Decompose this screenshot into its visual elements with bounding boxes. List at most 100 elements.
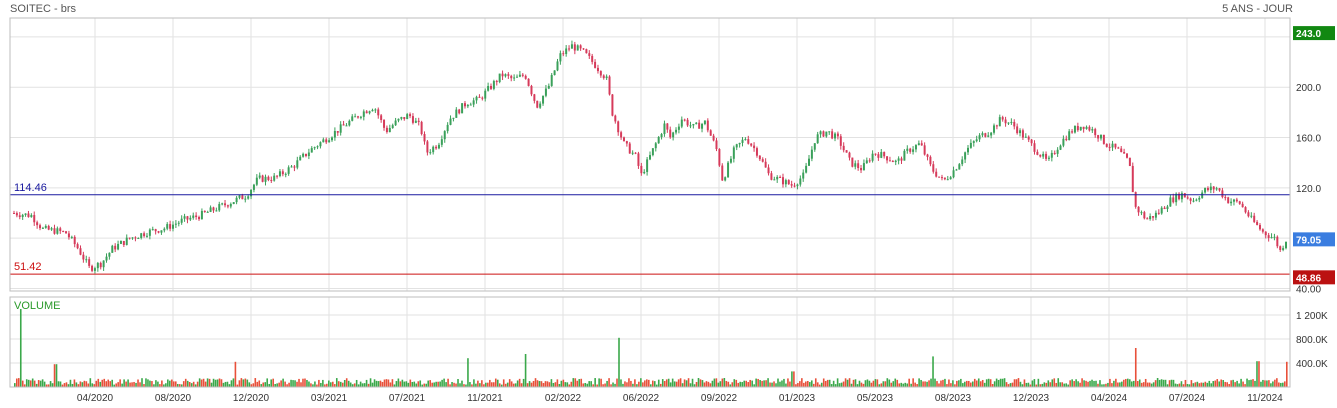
candle-body (426, 141, 429, 153)
candle-body (750, 143, 753, 146)
candle-body (753, 145, 756, 149)
candle-body (1270, 237, 1273, 239)
volume-bar (1184, 379, 1187, 387)
candle-body (727, 162, 730, 178)
candle-body (909, 148, 912, 152)
candle-body (582, 48, 585, 50)
candle-body (281, 171, 284, 175)
candle-body (958, 164, 961, 170)
candle-body (1082, 126, 1085, 129)
volume-bar (487, 382, 489, 387)
volume-bar (379, 380, 382, 387)
volume-bar (514, 383, 517, 387)
volume-bar (816, 382, 819, 387)
volume-bar (431, 382, 433, 387)
volume-bar (932, 356, 934, 387)
volume-bar (1132, 380, 1135, 387)
candle-body (91, 265, 94, 271)
candle-body (640, 165, 643, 174)
volume-bar (554, 382, 557, 387)
candle-body (1126, 153, 1128, 158)
candle-body (891, 160, 894, 163)
candle-body (813, 143, 816, 150)
candle-body (917, 143, 920, 146)
candle-body (1117, 147, 1120, 149)
candle-body (160, 230, 163, 233)
volume-bar (530, 382, 533, 387)
candle-body (1276, 236, 1279, 247)
candle-body (990, 132, 993, 136)
volume-bar (608, 378, 610, 387)
volume-bar (242, 379, 245, 387)
candle-body (290, 166, 293, 168)
volume-bar (27, 379, 30, 387)
volume-bar (1013, 379, 1016, 387)
volume-bar (663, 381, 666, 387)
volume-bar (520, 383, 523, 387)
candle-body (744, 139, 747, 141)
volume-bar (860, 382, 863, 387)
candle-body (391, 125, 394, 128)
volume-bar (186, 380, 189, 387)
volume-bar (646, 379, 648, 387)
volume-bar (616, 378, 618, 387)
candle-body (247, 196, 250, 199)
volume-bar (651, 380, 654, 387)
volume-bar (33, 380, 36, 387)
volume-bar (135, 382, 137, 387)
period-selector[interactable]: 5 ANS - JOUR (1222, 3, 1293, 15)
volume-bar (1075, 379, 1077, 387)
candle-body (712, 135, 715, 141)
volume-bar (117, 382, 119, 387)
candle-body (50, 228, 53, 230)
candle-body (1059, 145, 1062, 150)
candle-body (212, 207, 215, 211)
volume-bar (381, 381, 384, 387)
volume-bar (429, 380, 431, 387)
candle-body (802, 172, 805, 179)
candle-body (466, 104, 469, 107)
volume-bar (1270, 383, 1272, 387)
volume-bar (582, 383, 585, 387)
volume-bar (673, 381, 676, 387)
volume-bar (809, 382, 811, 387)
volume-bar (832, 380, 835, 387)
candle-body (151, 229, 154, 231)
candle-body (406, 114, 409, 120)
volume-bar (840, 382, 843, 387)
candle-body (975, 139, 978, 142)
volume-bar (723, 378, 726, 387)
volume-bar (1158, 379, 1161, 387)
volume-bar (417, 381, 420, 387)
volume-bar (403, 381, 406, 387)
volume-bar (775, 383, 777, 387)
volume-bar (1071, 379, 1073, 387)
volume-bar (1250, 379, 1252, 387)
candle-body (1019, 130, 1022, 134)
candle-body (943, 177, 946, 180)
candle-body (747, 139, 750, 144)
volume-bar (822, 378, 825, 387)
candle-body (666, 123, 669, 130)
volume-bar (1043, 382, 1046, 387)
volume-bar (902, 383, 905, 387)
chart-title: SOITEC - brs (10, 3, 77, 15)
volume-bar (707, 381, 710, 387)
volume-bar (1200, 382, 1203, 387)
candle-body (1123, 152, 1126, 154)
volume-bar (518, 378, 521, 387)
volume-bar (868, 380, 871, 387)
volume-bar (1025, 382, 1028, 387)
volume-bar (1095, 380, 1097, 387)
candle-body (1068, 131, 1071, 141)
volume-bar (1240, 378, 1242, 387)
candle-body (307, 152, 310, 157)
candle-body (579, 45, 582, 49)
candle-body (319, 142, 322, 147)
candle-body (44, 225, 47, 228)
volume-bar (685, 380, 688, 387)
candle-body (154, 229, 157, 232)
volume-bar (57, 381, 60, 387)
candle-body (423, 134, 426, 142)
volume-bar (1130, 381, 1133, 387)
